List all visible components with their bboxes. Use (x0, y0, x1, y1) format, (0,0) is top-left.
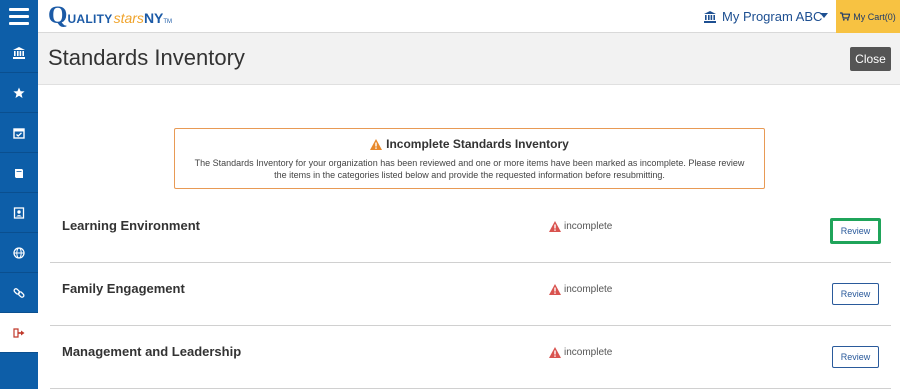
review-button[interactable]: Review (832, 346, 879, 368)
alert-message: The Standards Inventory for your organiz… (194, 158, 745, 180)
bank-icon (704, 10, 716, 23)
hamburger-line (9, 15, 29, 18)
logo-text: UALITY (67, 12, 113, 26)
warning-icon (370, 138, 383, 150)
warning-icon (549, 221, 561, 232)
incomplete-alert: Incomplete Standards Inventory The Stand… (174, 128, 765, 189)
page-title: Standards Inventory (48, 45, 245, 70)
alert-title-row: Incomplete Standards Inventory (175, 137, 764, 151)
chevron-down-icon[interactable] (820, 13, 828, 18)
bank-icon (13, 46, 25, 59)
logo-letter: Q (48, 2, 68, 29)
alert-title: Incomplete Standards Inventory (386, 137, 569, 151)
star-icon (13, 87, 25, 98)
calendar-check-icon (13, 127, 25, 139)
book-icon (15, 168, 23, 178)
close-button[interactable]: Close (850, 47, 891, 71)
status-text: incomplete (564, 347, 613, 358)
status-badge: incomplete (549, 347, 612, 358)
logo-text: NY (143, 10, 164, 26)
sidebar-item-sign-out[interactable] (0, 313, 38, 353)
program-selector[interactable]: My Program ABC (704, 0, 822, 33)
status-badge: incomplete (549, 221, 612, 232)
warning-icon (549, 284, 561, 295)
status-badge: incomplete (549, 284, 612, 295)
sidebar-item-staff[interactable] (0, 193, 38, 233)
sidebar-item-links[interactable] (0, 273, 38, 313)
hamburger-line (9, 8, 29, 11)
sidebar-item-resources[interactable] (0, 153, 38, 193)
sidebar (0, 33, 38, 389)
sign-out-icon (13, 327, 25, 338)
category-name: Learning Environment (62, 218, 200, 233)
sidebar-item-program[interactable] (0, 33, 38, 73)
warning-icon (549, 347, 561, 358)
sidebar-item-calendar[interactable] (0, 113, 38, 153)
hamburger-line (9, 22, 29, 25)
category-row: Learning Environment incomplete Review (50, 200, 891, 263)
category-row: Family Engagement incomplete Review (50, 263, 891, 326)
sidebar-item-network[interactable] (0, 233, 38, 273)
status-text: incomplete (564, 284, 613, 295)
category-row: Management and Leadership incomplete Rev… (50, 326, 891, 389)
quality-stars-logo[interactable]: Q UALITY stars NY TM (48, 3, 172, 29)
globe-icon (13, 246, 25, 259)
cart-label: My Cart(0) (853, 11, 896, 22)
id-badge-icon (13, 206, 25, 219)
menu-toggle-button[interactable] (0, 0, 38, 33)
logo-text: stars (113, 10, 144, 26)
category-name: Family Engagement (62, 281, 185, 296)
category-name: Management and Leadership (62, 344, 242, 359)
link-icon (13, 287, 25, 298)
logo-trademark: TM (163, 19, 173, 25)
status-text: incomplete (564, 221, 613, 232)
program-name: My Program ABC (722, 9, 823, 24)
top-bar: Q UALITY stars NY TM My Program ABC My C… (0, 0, 900, 33)
review-button[interactable]: Review (830, 218, 881, 244)
cart-button[interactable]: My Cart(0) (836, 0, 900, 33)
cart-icon (840, 12, 851, 21)
sidebar-item-rating[interactable] (0, 73, 38, 113)
review-button[interactable]: Review (832, 283, 879, 305)
